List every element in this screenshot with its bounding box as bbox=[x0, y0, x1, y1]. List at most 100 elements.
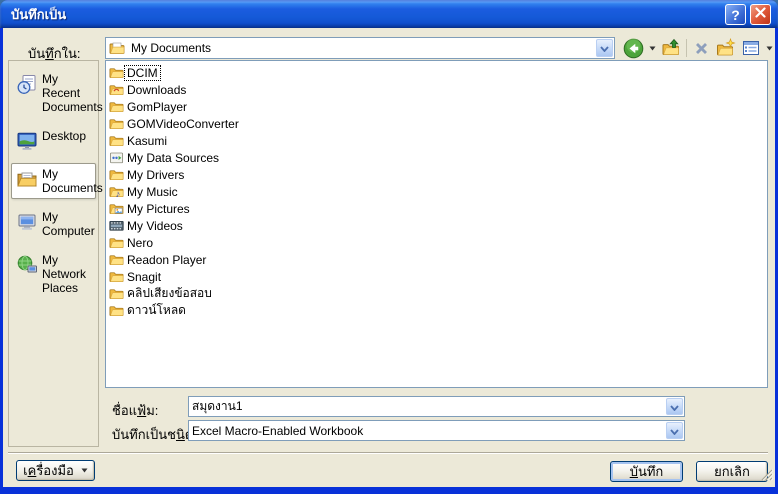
file-item[interactable]: Kasumi bbox=[108, 132, 765, 149]
titlebar[interactable]: บันทึกเป็น ? bbox=[0, 0, 778, 28]
question-mark-icon: ? bbox=[731, 7, 740, 23]
close-icon bbox=[754, 6, 767, 24]
file-item-label: GOMVideoConverter bbox=[125, 117, 241, 131]
back-dropdown-icon[interactable] bbox=[649, 46, 656, 51]
folder-icon bbox=[108, 286, 125, 301]
file-item[interactable]: คลิปเสียงข้อสอบ bbox=[108, 285, 765, 302]
folder-music-icon: ♪ bbox=[108, 184, 125, 199]
save-in-value: My Documents bbox=[131, 41, 211, 55]
resize-grip[interactable] bbox=[760, 467, 774, 486]
dialog-body: บันทึกใน: My Documents My Recent Documen… bbox=[3, 28, 775, 487]
file-name-combobox bbox=[188, 396, 685, 417]
toolbar-separator bbox=[686, 39, 687, 57]
file-item[interactable]: ♪ My Music bbox=[108, 183, 765, 200]
file-name-label: ชื่อแฟ้ม: bbox=[112, 400, 158, 421]
chevron-down-icon bbox=[670, 422, 679, 440]
folder-icon bbox=[108, 269, 125, 284]
network-icon bbox=[16, 254, 40, 276]
file-item[interactable]: ดาวน์โหลด bbox=[108, 302, 765, 319]
file-item[interactable]: Downloads bbox=[108, 81, 765, 98]
save-as-type-combobox bbox=[188, 420, 685, 441]
save-button[interactable]: บันทึก bbox=[610, 461, 683, 482]
folder-icon bbox=[108, 99, 125, 114]
views-dropdown-icon[interactable] bbox=[766, 46, 773, 51]
chevron-down-icon bbox=[600, 39, 609, 57]
sidebar-item-label: My Network Places bbox=[40, 253, 93, 295]
folder-icon bbox=[108, 303, 125, 318]
tools-button[interactable]: เครื่องมือ bbox=[16, 460, 95, 481]
save-in-dropdown-button[interactable] bbox=[596, 39, 613, 57]
sidebar-item-label: Desktop bbox=[40, 129, 93, 143]
file-item-label: Snagit bbox=[125, 270, 163, 284]
recent-icon bbox=[16, 73, 40, 95]
sidebar-item-label: My Documents bbox=[40, 167, 98, 195]
save-button-label: บันทึก bbox=[630, 461, 664, 482]
cancel-button[interactable]: ยกเลิก bbox=[696, 461, 768, 482]
file-item-label: My Pictures bbox=[125, 202, 192, 216]
file-item-label: Kasumi bbox=[125, 134, 169, 148]
file-item-label: My Data Sources bbox=[125, 151, 221, 165]
file-item-label: Nero bbox=[125, 236, 155, 250]
folder-icon bbox=[108, 133, 125, 148]
file-item[interactable]: GomPlayer bbox=[108, 98, 765, 115]
sidebar-item-label: My Computer bbox=[40, 210, 95, 238]
folder-icon bbox=[108, 65, 125, 80]
file-item[interactable]: GOMVideoConverter bbox=[108, 115, 765, 132]
file-item-label: GomPlayer bbox=[125, 100, 189, 114]
cancel-button-label: ยกเลิก bbox=[714, 461, 750, 482]
save-as-dialog: บันทึกเป็น ? บันทึกใน: My Documents My R… bbox=[0, 0, 778, 494]
file-item-label: My Videos bbox=[125, 219, 185, 233]
sidebar-item-desktop[interactable]: Desktop bbox=[11, 125, 96, 156]
close-button[interactable] bbox=[750, 4, 771, 25]
separator bbox=[8, 452, 768, 454]
save-in-combobox[interactable]: My Documents bbox=[105, 37, 615, 59]
file-item-label: DCIM bbox=[125, 66, 160, 80]
views-button[interactable] bbox=[741, 38, 761, 58]
folder-icon bbox=[108, 116, 125, 131]
sidebar-item-my-recent-documents[interactable]: My Recent Documents bbox=[11, 68, 96, 118]
svg-text:♪: ♪ bbox=[116, 189, 121, 199]
file-item[interactable]: My Videos bbox=[108, 217, 765, 234]
folder-downloads-icon bbox=[108, 82, 125, 97]
folder-icon bbox=[108, 235, 125, 250]
file-item[interactable]: Nero bbox=[108, 234, 765, 251]
sidebar-item-my-network-places[interactable]: My Network Places bbox=[11, 249, 96, 299]
toolbar bbox=[623, 36, 773, 60]
file-item-label: Readon Player bbox=[125, 253, 208, 267]
save-as-type-input[interactable] bbox=[192, 422, 652, 439]
file-item[interactable]: My Drivers bbox=[108, 166, 765, 183]
file-item[interactable]: My Pictures bbox=[108, 200, 765, 217]
help-button[interactable]: ? bbox=[725, 4, 746, 25]
folder-icon bbox=[108, 252, 125, 267]
my-documents-folder-icon bbox=[109, 40, 125, 56]
save-as-type-dropdown-button[interactable] bbox=[666, 422, 683, 439]
sidebar-item-label: My Recent Documents bbox=[40, 72, 98, 114]
folder-pictures-icon bbox=[108, 201, 125, 216]
new-folder-button[interactable] bbox=[716, 38, 736, 58]
dialog-title: บันทึกเป็น bbox=[0, 4, 66, 25]
delete-button[interactable] bbox=[692, 39, 711, 58]
file-item-label: Downloads bbox=[125, 83, 188, 97]
back-button[interactable] bbox=[623, 38, 644, 59]
file-item[interactable]: Readon Player bbox=[108, 251, 765, 268]
save-as-type-label: บันทึกเป็นชนิด: bbox=[112, 424, 197, 445]
videos-icon bbox=[108, 218, 125, 233]
file-list: DCIM Downloads GomPlayer GOMVideoConverter K… bbox=[105, 60, 768, 388]
up-one-level-button[interactable] bbox=[661, 38, 681, 58]
file-item[interactable]: My Data Sources bbox=[108, 149, 765, 166]
file-item[interactable]: Snagit bbox=[108, 268, 765, 285]
file-name-input[interactable] bbox=[192, 398, 652, 415]
folder-icon bbox=[108, 167, 125, 182]
file-item-label: ดาวน์โหลด bbox=[125, 301, 188, 320]
chevron-down-icon bbox=[81, 468, 88, 473]
file-item-label: My Music bbox=[125, 185, 180, 199]
file-item[interactable]: DCIM bbox=[108, 64, 765, 81]
file-item-label: My Drivers bbox=[125, 168, 186, 182]
sidebar-item-my-documents[interactable]: My Documents bbox=[11, 163, 96, 199]
file-name-dropdown-button[interactable] bbox=[666, 398, 683, 415]
datasources-icon bbox=[108, 150, 125, 165]
chevron-down-icon bbox=[670, 398, 679, 416]
desktop-icon bbox=[16, 130, 40, 152]
mycomputer-icon bbox=[16, 211, 40, 233]
sidebar-item-my-computer[interactable]: My Computer bbox=[11, 206, 96, 242]
